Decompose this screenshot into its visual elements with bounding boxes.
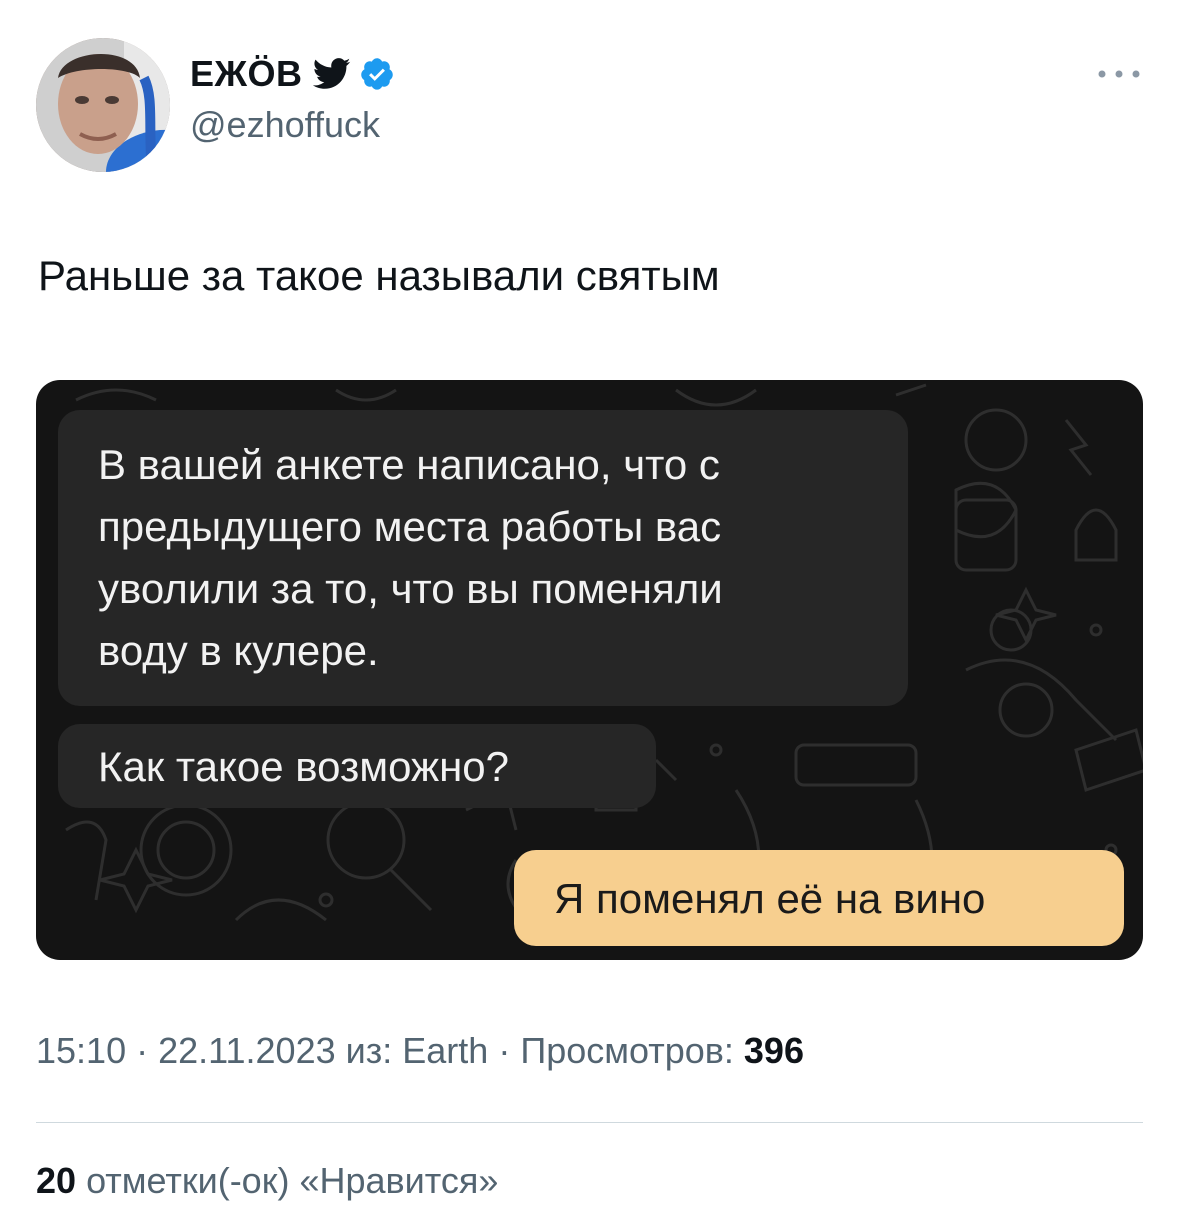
avatar-photo: [36, 38, 170, 172]
views-label: Просмотров:: [520, 1030, 734, 1071]
tweet-date[interactable]: 22.11.2023: [158, 1030, 336, 1071]
message-line: предыдущего места работы вас: [98, 503, 722, 550]
likes-count: 20: [36, 1160, 77, 1201]
verified-badge-icon: [360, 58, 393, 90]
tweet-time[interactable]: 15:10: [36, 1030, 126, 1071]
likes-label: отметки(-ок) «Нравится»: [86, 1160, 499, 1201]
likes-summary[interactable]: 20 отметки(-ок) «Нравится»: [36, 1160, 498, 1202]
tweet-text: Раньше за такое называли святым: [38, 252, 720, 299]
incoming-question-bubble: Как такое возможно?: [58, 724, 656, 808]
tweet-metadata: 15:10 · 22.11.2023 из: Earth · Просмотро…: [36, 1030, 804, 1072]
meta-separator: ·: [136, 1030, 159, 1071]
author-handle[interactable]: @ezhoffuck: [190, 104, 395, 146]
tweet-source: из: Earth: [345, 1030, 489, 1071]
meta-separator: ·: [498, 1030, 521, 1071]
message-line: уволили за то, что вы поменяли: [98, 565, 723, 612]
tweet-media[interactable]: В вашей анкете написано, что с предыдуще…: [36, 380, 1143, 960]
message-line: воду в кулере.: [98, 627, 379, 674]
author-name[interactable]: ЕЖӦВ: [190, 53, 303, 95]
views-count: 396: [743, 1030, 804, 1071]
more-options-icon[interactable]: [1094, 64, 1144, 84]
outgoing-reply-bubble: Я поменял её на вино: [514, 850, 1124, 946]
author-avatar[interactable]: [36, 38, 170, 172]
message-line: В вашей анкете написано, что с: [98, 441, 720, 488]
divider: [36, 1122, 1143, 1123]
author-name-row: ЕЖӦВ: [190, 50, 395, 98]
incoming-message-bubble: В вашей анкете написано, что с предыдуще…: [58, 410, 908, 706]
twitter-bird-icon: [312, 58, 350, 89]
author-block: ЕЖӦВ @ezhoffuck: [190, 50, 395, 146]
